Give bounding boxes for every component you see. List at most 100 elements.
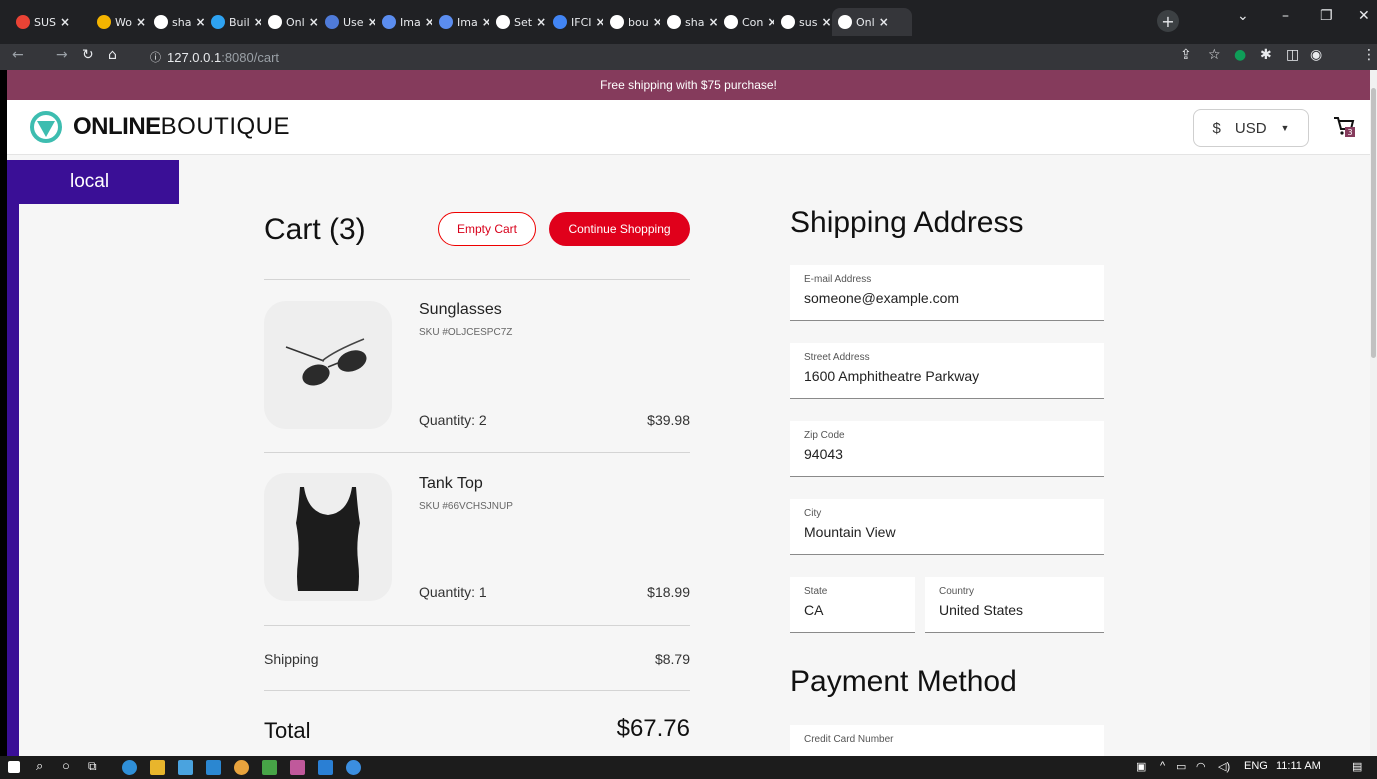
clock[interactable]: 11:11 AM bbox=[1276, 760, 1321, 772]
app-icon[interactable] bbox=[262, 760, 277, 775]
tab-label: bou bbox=[628, 15, 649, 29]
browser-tab[interactable]: Onl × bbox=[262, 8, 318, 36]
zip-code-field[interactable]: Zip Code 94043 bbox=[790, 421, 1104, 477]
tab-close-icon[interactable]: × bbox=[596, 15, 604, 29]
browser-tab[interactable]: Set × bbox=[490, 8, 546, 36]
tab-close-icon[interactable]: × bbox=[879, 15, 889, 29]
tab-close-icon[interactable]: × bbox=[482, 15, 489, 29]
currency-select[interactable]: $ USD ▼ bbox=[1193, 109, 1309, 147]
continue-shopping-button[interactable]: Continue Shopping bbox=[549, 212, 690, 246]
tab-close-icon[interactable]: × bbox=[195, 15, 204, 29]
browser-tab-bar: SUS × Wo × sha × Buil × Onl × Use × Ima × Ima × Set × IFCI… bbox=[0, 0, 1377, 44]
tab-close-icon[interactable]: × bbox=[653, 15, 660, 29]
browser-tab[interactable]: SUS × bbox=[10, 8, 90, 36]
browser-tab[interactable]: Ima × bbox=[433, 8, 489, 36]
site-logo[interactable]: ONLINEBOUTIQUE bbox=[29, 110, 290, 144]
tank-top-image[interactable] bbox=[264, 473, 392, 601]
file-explorer-icon[interactable] bbox=[150, 760, 165, 775]
city-field[interactable]: City Mountain View bbox=[790, 499, 1104, 555]
task-view-icon[interactable]: ⧉ bbox=[88, 759, 97, 774]
tab-close-icon[interactable]: × bbox=[536, 15, 546, 29]
tab-close-icon[interactable]: × bbox=[767, 15, 774, 29]
tab-favicon-icon bbox=[610, 15, 624, 29]
browser-tab[interactable]: Buil × bbox=[205, 8, 261, 36]
scrollbar-thumb[interactable] bbox=[1371, 88, 1376, 358]
tab-favicon-icon bbox=[16, 15, 30, 29]
mail-icon[interactable] bbox=[206, 760, 221, 775]
bookmark-star-icon[interactable]: ☆ bbox=[1208, 47, 1221, 63]
home-icon[interactable]: ⌂ bbox=[108, 47, 117, 63]
item-sku: SKU #66VCHSJNUP bbox=[419, 501, 513, 512]
tab-favicon-icon bbox=[781, 15, 795, 29]
search-icon[interactable]: ⌕ bbox=[36, 758, 43, 774]
tab-label: SUS bbox=[34, 15, 57, 29]
country-field[interactable]: Country United States bbox=[925, 577, 1104, 633]
cortana-icon[interactable]: ○ bbox=[62, 758, 70, 773]
grammarly-icon[interactable]: ● bbox=[1234, 47, 1246, 63]
tab-close-icon[interactable]: × bbox=[136, 15, 146, 29]
tab-close-icon[interactable]: × bbox=[309, 15, 318, 29]
browser-tab[interactable]: sha × bbox=[148, 8, 204, 36]
language-indicator[interactable]: ENG bbox=[1244, 760, 1268, 772]
browser-tab[interactable]: Onl × bbox=[832, 8, 912, 36]
sunglasses-image[interactable] bbox=[264, 301, 392, 429]
profile-avatar-icon[interactable]: ◉ bbox=[1310, 47, 1322, 63]
battery-icon[interactable]: ▭ bbox=[1176, 760, 1186, 773]
browser-tab[interactable]: Con × bbox=[718, 8, 774, 36]
share-icon[interactable]: ⇪ bbox=[1180, 47, 1192, 63]
forward-icon[interactable]: → bbox=[56, 47, 68, 63]
tab-close-icon[interactable]: × bbox=[425, 15, 432, 29]
news-icon[interactable]: ▣ bbox=[1136, 760, 1146, 773]
empty-cart-button[interactable]: Empty Cart bbox=[438, 212, 536, 246]
total-label: Total bbox=[264, 718, 311, 743]
state-field[interactable]: State CA bbox=[790, 577, 915, 633]
tab-close-icon[interactable]: × bbox=[821, 15, 831, 29]
back-icon[interactable]: ← bbox=[12, 47, 24, 63]
address-bar[interactable]: ⓘ 127.0.0.1:8080/cart bbox=[150, 46, 279, 68]
browser-tab[interactable]: sus × bbox=[775, 8, 831, 36]
browser-tab[interactable]: sha × bbox=[661, 8, 717, 36]
windows-start-icon[interactable] bbox=[8, 761, 20, 773]
notifications-icon[interactable]: ▤ bbox=[1352, 760, 1362, 773]
tab-search-icon[interactable]: ⌄ bbox=[1237, 8, 1249, 24]
tab-close-icon[interactable]: × bbox=[368, 15, 375, 29]
restore-icon[interactable]: ❐ bbox=[1320, 8, 1333, 24]
street-value: 1600 Amphitheatre Parkway bbox=[804, 368, 980, 384]
item-quantity: Quantity: 1 bbox=[419, 584, 487, 600]
reload-icon[interactable]: ↻ bbox=[82, 47, 94, 63]
app-icon[interactable] bbox=[346, 760, 361, 775]
store-icon[interactable] bbox=[178, 760, 193, 775]
web-page: Free shipping with $75 purchase! ONLINEB… bbox=[7, 70, 1370, 756]
currency-code: USD bbox=[1234, 119, 1267, 137]
network-icon[interactable]: ◠ bbox=[1196, 760, 1206, 773]
browser-tab[interactable]: Use × bbox=[319, 8, 375, 36]
email-value: someone@example.com bbox=[804, 290, 960, 306]
shipping-label: Shipping bbox=[264, 651, 319, 667]
extensions-icon[interactable]: ✱ bbox=[1260, 47, 1272, 63]
shipping-address-heading: Shipping Address bbox=[790, 206, 1024, 239]
side-panel-icon[interactable]: ◫ bbox=[1286, 47, 1299, 63]
environment-strip bbox=[7, 204, 19, 756]
browser-tab[interactable]: Wo × bbox=[91, 8, 147, 36]
chrome-icon[interactable] bbox=[234, 760, 249, 775]
close-window-icon[interactable]: ✕ bbox=[1358, 8, 1370, 24]
browser-tab[interactable]: Ima × bbox=[376, 8, 432, 36]
browser-tab[interactable]: IFCI × bbox=[547, 8, 603, 36]
vscode-icon[interactable] bbox=[318, 760, 333, 775]
item-name[interactable]: Sunglasses bbox=[419, 301, 502, 319]
item-name[interactable]: Tank Top bbox=[419, 475, 483, 493]
menu-icon[interactable]: ⋮ bbox=[1362, 47, 1376, 63]
credit-card-field[interactable]: Credit Card Number bbox=[790, 725, 1104, 756]
paint-icon[interactable] bbox=[290, 760, 305, 775]
email-field[interactable]: E-mail Address someone@example.com bbox=[790, 265, 1104, 321]
new-tab-button[interactable]: + bbox=[1157, 10, 1179, 32]
edge-icon[interactable] bbox=[122, 760, 137, 775]
volume-icon[interactable]: ◁) bbox=[1218, 760, 1230, 773]
chevron-up-icon[interactable]: ^ bbox=[1160, 760, 1165, 772]
tab-close-icon[interactable]: × bbox=[60, 15, 70, 29]
minimize-icon[interactable]: – bbox=[1282, 8, 1289, 24]
tab-close-icon[interactable]: × bbox=[254, 15, 261, 29]
street-address-field[interactable]: Street Address 1600 Amphitheatre Parkway bbox=[790, 343, 1104, 399]
tab-close-icon[interactable]: × bbox=[708, 15, 717, 29]
browser-tab[interactable]: bou × bbox=[604, 8, 660, 36]
